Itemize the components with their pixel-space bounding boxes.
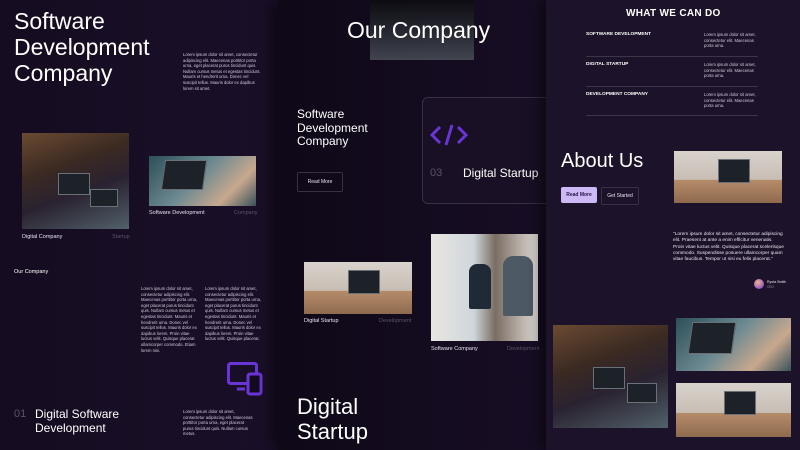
devices-icon <box>227 362 263 401</box>
get-started-button[interactable]: Get Started <box>601 187 639 205</box>
desk-photo <box>304 262 412 314</box>
laptop-shape <box>90 189 118 207</box>
laptop-shape <box>627 383 657 403</box>
monitor-shape <box>724 391 756 415</box>
card1-caption-secondary: Development <box>379 318 412 324</box>
bottom-title: Digital Startup <box>297 394 368 444</box>
services-heading: WHAT WE CAN DO <box>626 8 721 19</box>
section-subtitle: Software Development Company <box>297 107 368 149</box>
author-avatar <box>754 279 764 289</box>
team-photo <box>553 325 668 428</box>
service-text: Lorem ipsum dolor sit amet, consectetur … <box>183 409 253 437</box>
laptop-shape <box>58 173 90 195</box>
bottom-title-line-1: Digital <box>297 394 359 419</box>
card1-caption-secondary: Startup <box>112 234 130 240</box>
typing-photo <box>676 318 791 371</box>
service-text-2: Lorem ipsum dolor sit amet, consectetur … <box>704 62 756 79</box>
typing-photo <box>149 156 256 206</box>
service-title-line-1: Digital Software <box>35 407 120 421</box>
service-text-3: Lorem ipsum dolor sit amet, consectetur … <box>704 92 756 109</box>
card1-caption: Digital Startup <box>304 318 339 324</box>
service-number: 03 <box>430 167 443 179</box>
card1-caption: Digital Company <box>22 234 63 240</box>
laptop-shape <box>593 367 625 389</box>
person-shape <box>503 256 533 316</box>
about-title: About Us <box>561 150 644 172</box>
column-text-1: Lorem ipsum dolor sit amet, consectetur … <box>141 286 198 353</box>
service-name-1: SOFTWARE DEVELOPMENT <box>586 32 652 37</box>
divider <box>586 115 758 116</box>
laptop-shape <box>687 322 737 354</box>
service-title: Digital Startup <box>463 166 539 180</box>
panel-about-us: WHAT WE CAN DO SOFTWARE DEVELOPMENT Lore… <box>546 0 800 450</box>
monitor-shape <box>718 159 750 183</box>
men-working-photo <box>431 234 538 341</box>
divider <box>586 86 758 87</box>
hero-paragraph: Lorem ipsum dolor sit amet, consectetur … <box>183 52 261 91</box>
hero-title-line-3: Company <box>14 60 113 86</box>
service-card[interactable]: 03 Digital Startup <box>422 97 546 204</box>
service-name-3: DEVELOPMENT COMPANY <box>586 92 649 97</box>
author-role: CEO <box>767 285 774 289</box>
desk-photo <box>676 383 791 437</box>
team-photo <box>22 133 129 229</box>
hero-title: Software Development Company <box>14 8 150 86</box>
about-read-more-button[interactable]: Read More <box>561 187 597 203</box>
laptop-shape <box>160 160 208 190</box>
panel-our-company: Our Company Software Development Company… <box>278 0 546 450</box>
service-number: 01 <box>14 408 27 420</box>
monitor-shape <box>348 270 380 294</box>
section-label: Our Company <box>14 269 49 275</box>
service-name-2: DIGITAL STARTUP <box>586 62 629 67</box>
panel-software-company: Software Development Company Lorem ipsum… <box>0 0 278 450</box>
card2-caption: Software Development <box>149 210 205 216</box>
card2-caption-secondary: Company <box>234 210 258 216</box>
section-title: Our Company <box>347 17 491 43</box>
desk-photo <box>674 151 782 203</box>
person-shape <box>469 264 491 309</box>
testimonial-quote: "Lorem ipsum dolor sit amet, consectetur… <box>673 232 784 263</box>
section-subtitle-line-1: Software <box>297 107 345 121</box>
section-subtitle-line-3: Company <box>297 134 349 148</box>
read-more-button[interactable]: Read More <box>297 172 343 192</box>
column-text-2: Lorem ipsum dolor sit amet, consectetur … <box>205 286 262 342</box>
service-title: Digital Software Development <box>35 407 119 435</box>
card2-caption: Software Company <box>431 346 478 352</box>
divider <box>586 56 758 57</box>
service-title-line-2: Development <box>35 421 106 435</box>
section-subtitle-line-2: Development <box>297 120 368 135</box>
card2-caption-secondary: Development <box>507 346 540 352</box>
service-text-1: Lorem ipsum dolor sit amet, consectetur … <box>704 32 756 49</box>
bottom-title-line-2: Startup <box>297 419 368 444</box>
code-icon <box>429 124 469 151</box>
hero-title-line-2: Development <box>14 34 150 60</box>
author-name: Ryota Smith <box>767 280 787 284</box>
hero-title-line-1: Software <box>14 8 105 34</box>
